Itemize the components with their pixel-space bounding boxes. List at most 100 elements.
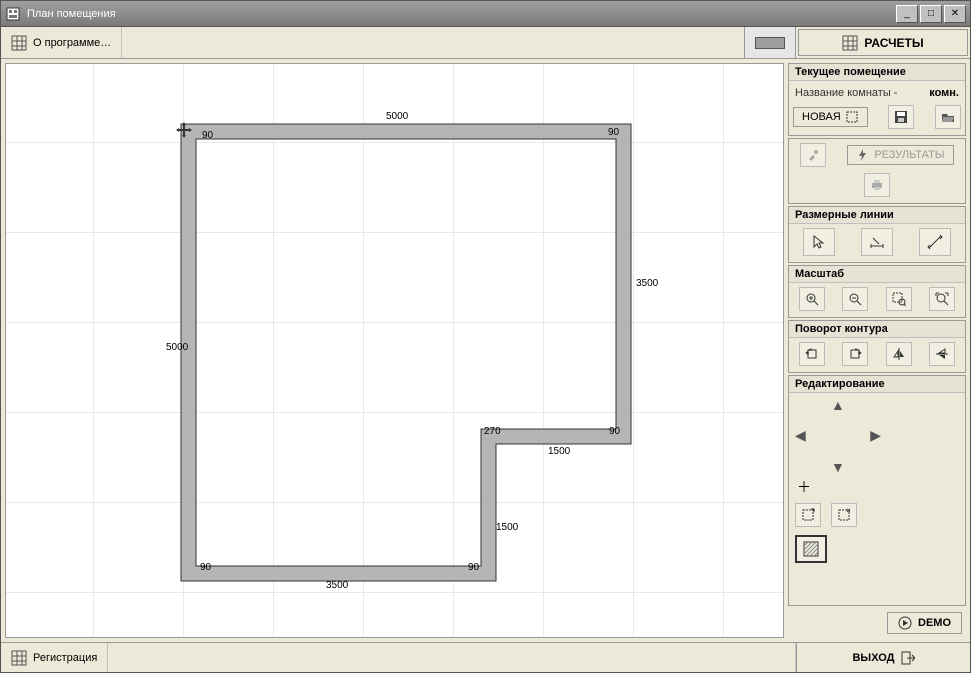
dim-right-mid-90: 90 <box>609 426 620 437</box>
close-window-button[interactable]: ✕ <box>944 5 966 23</box>
dim-linear-icon <box>869 234 885 250</box>
panel-results: РЕЗУЛЬТАТЫ <box>788 138 966 204</box>
dim-top-right-90: 90 <box>608 127 619 138</box>
results-button[interactable]: РЕЗУЛЬТАТЫ <box>847 145 953 165</box>
zoom-out-icon <box>848 292 862 306</box>
new-room-label: НОВАЯ <box>802 111 841 123</box>
rotate-ccw-icon <box>805 347 819 361</box>
exit-button[interactable]: ВЫХОД <box>796 643 970 672</box>
app-icon <box>5 6 21 22</box>
lightning-icon <box>856 148 870 162</box>
dim-top-left-90: 90 <box>202 130 213 141</box>
open-room-button[interactable] <box>935 105 961 129</box>
grid-icon <box>842 35 858 51</box>
exit-label: ВЫХОД <box>852 652 894 664</box>
wall-swatch <box>755 37 785 49</box>
print-results-button[interactable] <box>864 173 890 197</box>
nav-pad: ▲ ▼ ◀ ▶ <box>793 397 883 475</box>
contour-add-icon <box>801 508 815 522</box>
results-label: РЕЗУЛЬТАТЫ <box>874 149 944 161</box>
pin-icon <box>806 148 820 162</box>
calculate-label: РАСЧЕТЫ <box>864 36 923 50</box>
dim-right-3500: 3500 <box>636 278 658 289</box>
exit-icon <box>901 651 915 665</box>
save-room-button[interactable] <box>888 105 914 129</box>
panel-scale-title: Масштаб <box>789 266 965 283</box>
panel-edit: Редактирование ▲ ▼ ◀ ▶ ＋ <box>788 375 966 606</box>
about-button[interactable]: О программе… <box>1 27 122 58</box>
nudge-left-button[interactable]: ◀ <box>795 427 806 444</box>
contour-remove-button[interactable] <box>831 503 857 527</box>
window-title: План помещения <box>27 8 116 20</box>
demo-row: DEMO <box>788 608 966 638</box>
about-label: О программе… <box>33 37 111 49</box>
new-room-button[interactable]: НОВАЯ <box>793 107 868 127</box>
dim-top-5000: 5000 <box>386 111 408 122</box>
mirror-h-button[interactable] <box>886 342 912 366</box>
zoom-window-button[interactable] <box>886 287 912 311</box>
panel-dims-title: Размерные линии <box>789 207 965 224</box>
contour-add-button[interactable] <box>795 503 821 527</box>
nudge-down-button[interactable]: ▼ <box>831 459 845 475</box>
zoom-out-button[interactable] <box>842 287 868 311</box>
minimize-button[interactable]: _ <box>896 5 918 23</box>
dim-mid-1500h: 1500 <box>548 446 570 457</box>
nudge-right-button[interactable]: ▶ <box>870 427 881 444</box>
calculate-button[interactable]: РАСЧЕТЫ <box>798 29 968 56</box>
zoom-extents-icon <box>935 292 949 306</box>
move-handle-icon[interactable] <box>176 122 192 138</box>
grid-icon <box>11 35 27 51</box>
register-label: Регистрация <box>33 652 97 664</box>
add-node-icon[interactable]: ＋ <box>797 477 811 497</box>
rotate-ccw-button[interactable] <box>799 342 825 366</box>
room-name-value: комн. <box>929 87 959 99</box>
dim-add-linear[interactable] <box>861 228 893 256</box>
dim-mode-pointer[interactable] <box>803 228 835 256</box>
nudge-up-button[interactable]: ▲ <box>831 397 845 413</box>
contour-remove-icon <box>837 508 851 522</box>
side-panel: Текущее помещение Название комнаты - ком… <box>788 63 966 638</box>
mirror-h-icon <box>892 347 906 361</box>
printer-icon <box>870 178 884 192</box>
room-name-label: Название комнаты - <box>795 87 897 99</box>
hatch-fill-button[interactable] <box>795 535 827 563</box>
demo-button[interactable]: DEMO <box>887 612 962 634</box>
panel-scale: Масштаб <box>788 265 966 318</box>
panel-current-room-title: Текущее помещение <box>789 64 965 81</box>
dim-add-aligned[interactable] <box>919 228 951 256</box>
panel-current-room: Текущее помещение Название комнаты - ком… <box>788 63 966 136</box>
dim-bottom-left-90: 90 <box>200 562 211 573</box>
zoom-in-button[interactable] <box>799 287 825 311</box>
panel-dimension-lines: Размерные линии <box>788 206 966 263</box>
demo-label: DEMO <box>918 617 951 629</box>
results-prev-button[interactable] <box>800 143 826 167</box>
zoom-in-icon <box>805 292 819 306</box>
cursor-icon <box>811 234 827 250</box>
zoom-extents-button[interactable] <box>929 287 955 311</box>
wall-style-selector[interactable] <box>744 27 796 58</box>
dim-bottom-3500: 3500 <box>326 580 348 591</box>
top-toolbar: О программе… РАСЧЕТЫ <box>1 27 970 59</box>
bottom-bar: Регистрация ВЫХОД <box>1 642 970 672</box>
hatch-icon <box>803 541 819 557</box>
dim-aligned-icon <box>927 234 943 250</box>
panel-edit-title: Редактирование <box>789 376 965 393</box>
dim-bottom-mid-90: 90 <box>468 562 479 573</box>
grid-icon <box>11 650 27 666</box>
panel-rotate-title: Поворот контура <box>789 321 965 338</box>
save-icon <box>894 110 908 124</box>
canvas[interactable]: 5000 90 90 3500 90 270 1500 1500 5000 90… <box>5 63 784 638</box>
dim-left-5000: 5000 <box>166 342 188 353</box>
folder-open-icon <box>941 110 955 124</box>
register-button[interactable]: Регистрация <box>1 643 107 672</box>
titlebar: План помещения _ □ ✕ <box>1 1 970 27</box>
play-icon <box>898 616 912 630</box>
maximize-button[interactable]: □ <box>920 5 942 23</box>
app-window: План помещения _ □ ✕ О программе… РАСЧЕТ… <box>0 0 971 673</box>
rotate-cw-button[interactable] <box>842 342 868 366</box>
mirror-v-button[interactable] <box>929 342 955 366</box>
zoom-window-icon <box>892 292 906 306</box>
mirror-v-icon <box>935 347 949 361</box>
main: 5000 90 90 3500 90 270 1500 1500 5000 90… <box>1 59 970 642</box>
new-rect-icon <box>845 110 859 124</box>
